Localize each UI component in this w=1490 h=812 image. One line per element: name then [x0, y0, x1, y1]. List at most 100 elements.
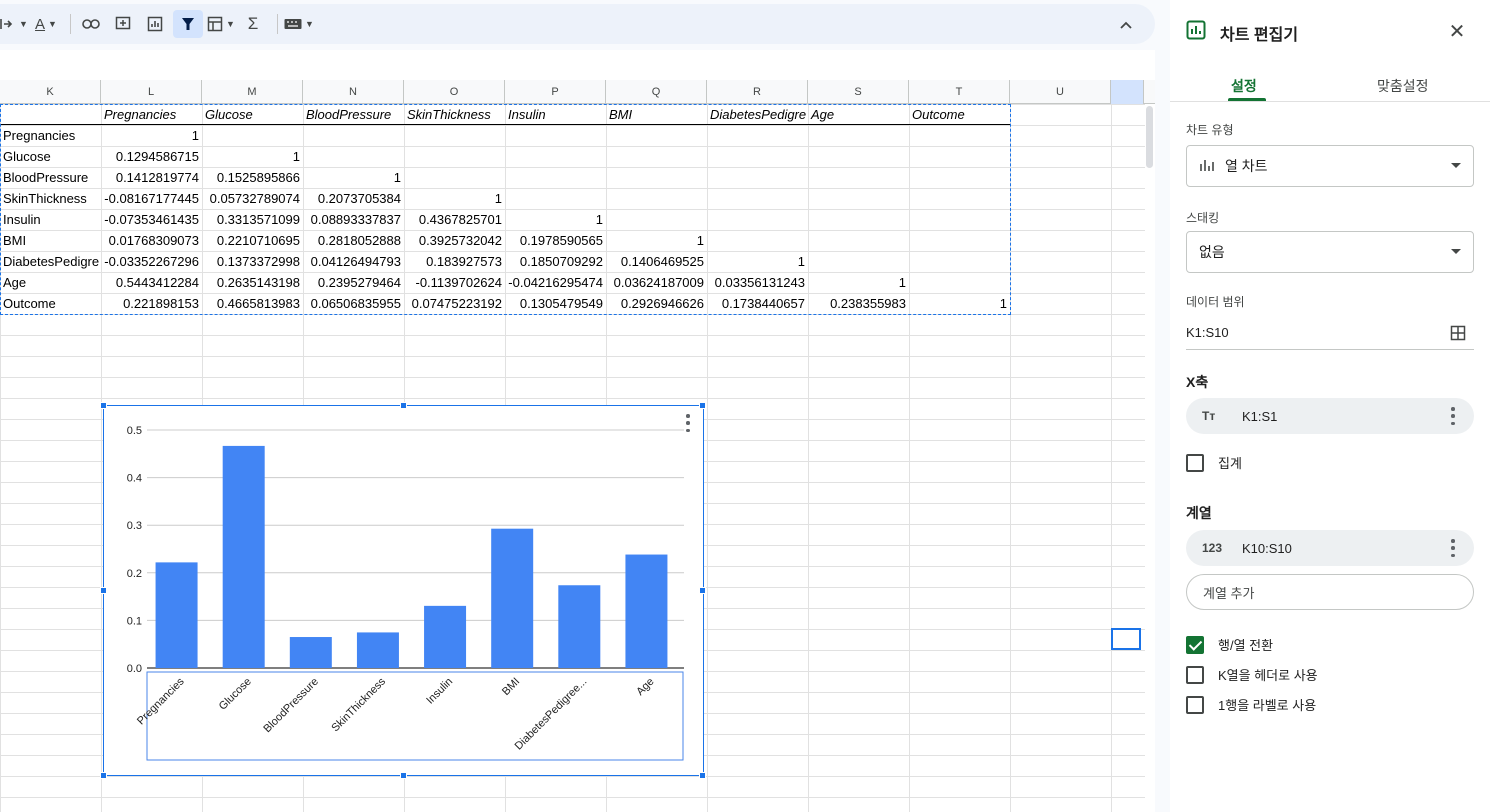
value-cell[interactable]: [505, 146, 606, 167]
grid-select-icon[interactable]: [1450, 325, 1466, 344]
value-cell[interactable]: 0.06506835955: [303, 293, 404, 314]
value-cell[interactable]: 0.221898153: [101, 293, 202, 314]
value-cell[interactable]: [707, 167, 808, 188]
column-header-k[interactable]: K: [0, 80, 101, 104]
text-rotation-icon[interactable]: A ▼: [32, 10, 60, 38]
value-cell[interactable]: 0.08893337837: [303, 209, 404, 230]
row-label-cell[interactable]: Age: [0, 272, 104, 293]
value-cell[interactable]: [505, 125, 606, 146]
value-cell[interactable]: [606, 146, 707, 167]
header-cell[interactable]: Glucose: [202, 104, 303, 125]
value-cell[interactable]: 0.2210710695: [202, 230, 303, 251]
input-tools-icon[interactable]: ▼: [284, 10, 314, 38]
use-column-as-headers-row[interactable]: K열을 헤더로 사용: [1186, 665, 1318, 684]
value-cell[interactable]: [303, 146, 404, 167]
resize-handle-n[interactable]: [400, 402, 407, 409]
value-cell[interactable]: 0.4367825701: [404, 209, 505, 230]
column-header-selected[interactable]: [1111, 80, 1144, 104]
vertical-scrollbar[interactable]: [1145, 104, 1155, 812]
value-cell[interactable]: [909, 167, 1010, 188]
value-cell[interactable]: 0.1978590565: [505, 230, 606, 251]
row-label-cell[interactable]: Pregnancies: [0, 125, 104, 146]
value-cell[interactable]: 0.2635143198: [202, 272, 303, 293]
value-cell[interactable]: 0.5443412284: [101, 272, 202, 293]
value-cell[interactable]: 0.1373372998: [202, 251, 303, 272]
column-header-s[interactable]: S: [808, 80, 909, 104]
resize-handle-nw[interactable]: [100, 402, 107, 409]
insert-link-icon[interactable]: [77, 10, 105, 38]
resize-handle-sw[interactable]: [100, 772, 107, 779]
value-cell[interactable]: [606, 125, 707, 146]
value-cell[interactable]: 1: [606, 230, 707, 251]
value-cell[interactable]: 0.07475223192: [404, 293, 505, 314]
header-cell[interactable]: BloodPressure: [303, 104, 404, 125]
row-label-cell[interactable]: Insulin: [0, 209, 104, 230]
aggregate-checkbox[interactable]: [1186, 453, 1204, 472]
value-cell[interactable]: [808, 230, 909, 251]
row-label-cell[interactable]: SkinThickness: [0, 188, 104, 209]
switch-rows-columns-checkbox[interactable]: [1186, 635, 1204, 654]
add-series-button[interactable]: 계열 추가: [1186, 574, 1474, 610]
value-cell[interactable]: [808, 251, 909, 272]
column-header-n[interactable]: N: [303, 80, 404, 104]
value-cell[interactable]: 1: [202, 146, 303, 167]
value-cell[interactable]: [808, 125, 909, 146]
value-cell[interactable]: [606, 188, 707, 209]
use-row-as-labels-row[interactable]: 1행을 라벨로 사용: [1186, 695, 1316, 714]
value-cell[interactable]: 0.03356131243: [707, 272, 808, 293]
value-cell[interactable]: 0.04126494793: [303, 251, 404, 272]
value-cell[interactable]: [808, 146, 909, 167]
chart-type-select[interactable]: 열 차트: [1186, 145, 1474, 187]
value-cell[interactable]: [909, 125, 1010, 146]
value-cell[interactable]: [707, 125, 808, 146]
value-cell[interactable]: [909, 146, 1010, 167]
value-cell[interactable]: 1: [505, 209, 606, 230]
value-cell[interactable]: [202, 125, 303, 146]
value-cell[interactable]: [808, 209, 909, 230]
header-cell[interactable]: Insulin: [505, 104, 606, 125]
data-range-input[interactable]: K1:S10: [1186, 316, 1474, 350]
stacking-select[interactable]: 없음: [1186, 231, 1474, 273]
more-vert-icon[interactable]: [1450, 539, 1456, 557]
row-label-cell[interactable]: DiabetesPedigre: [0, 251, 104, 272]
series-chip[interactable]: 123 K10:S10: [1186, 530, 1474, 566]
column-header-q[interactable]: Q: [606, 80, 707, 104]
value-cell[interactable]: [404, 167, 505, 188]
tab-setup[interactable]: 설정: [1231, 76, 1257, 96]
value-cell[interactable]: [505, 167, 606, 188]
value-cell[interactable]: 0.183927573: [404, 251, 505, 272]
value-cell[interactable]: 0.1305479549: [505, 293, 606, 314]
column-header-u[interactable]: U: [1010, 80, 1111, 104]
value-cell[interactable]: 1: [303, 167, 404, 188]
value-cell[interactable]: [707, 146, 808, 167]
column-header-o[interactable]: O: [404, 80, 505, 104]
column-header-t[interactable]: T: [909, 80, 1010, 104]
chevron-up-icon[interactable]: [1115, 14, 1137, 36]
value-cell[interactable]: 0.2395279464: [303, 272, 404, 293]
value-cell[interactable]: -0.08167177445: [101, 188, 202, 209]
resize-handle-se[interactable]: [699, 772, 706, 779]
column-insert-icon[interactable]: ▼: [0, 10, 28, 38]
header-cell[interactable]: [0, 104, 101, 125]
value-cell[interactable]: 0.2073705384: [303, 188, 404, 209]
value-cell[interactable]: 0.2818052888: [303, 230, 404, 251]
value-cell[interactable]: -0.1139702624: [404, 272, 505, 293]
value-cell[interactable]: [606, 167, 707, 188]
value-cell[interactable]: 0.3313571099: [202, 209, 303, 230]
value-cell[interactable]: [404, 146, 505, 167]
value-cell[interactable]: -0.07353461435: [101, 209, 202, 230]
chart-more-icon[interactable]: [683, 414, 693, 432]
spreadsheet-grid[interactable]: KLMNOPQRSTU Pregnancies Glucose BloodPress…: [0, 80, 1155, 812]
resize-handle-w[interactable]: [100, 587, 107, 594]
column-header-l[interactable]: L: [101, 80, 202, 104]
resize-handle-ne[interactable]: [699, 402, 706, 409]
filter-icon[interactable]: [173, 10, 203, 38]
use-row-as-labels-checkbox[interactable]: [1186, 695, 1204, 714]
value-cell[interactable]: 1: [404, 188, 505, 209]
header-cell[interactable]: SkinThickness: [404, 104, 505, 125]
value-cell[interactable]: 0.1525895866: [202, 167, 303, 188]
value-cell[interactable]: [505, 188, 606, 209]
value-cell[interactable]: [909, 251, 1010, 272]
value-cell[interactable]: [808, 188, 909, 209]
close-icon[interactable]: ✕: [1446, 22, 1468, 44]
